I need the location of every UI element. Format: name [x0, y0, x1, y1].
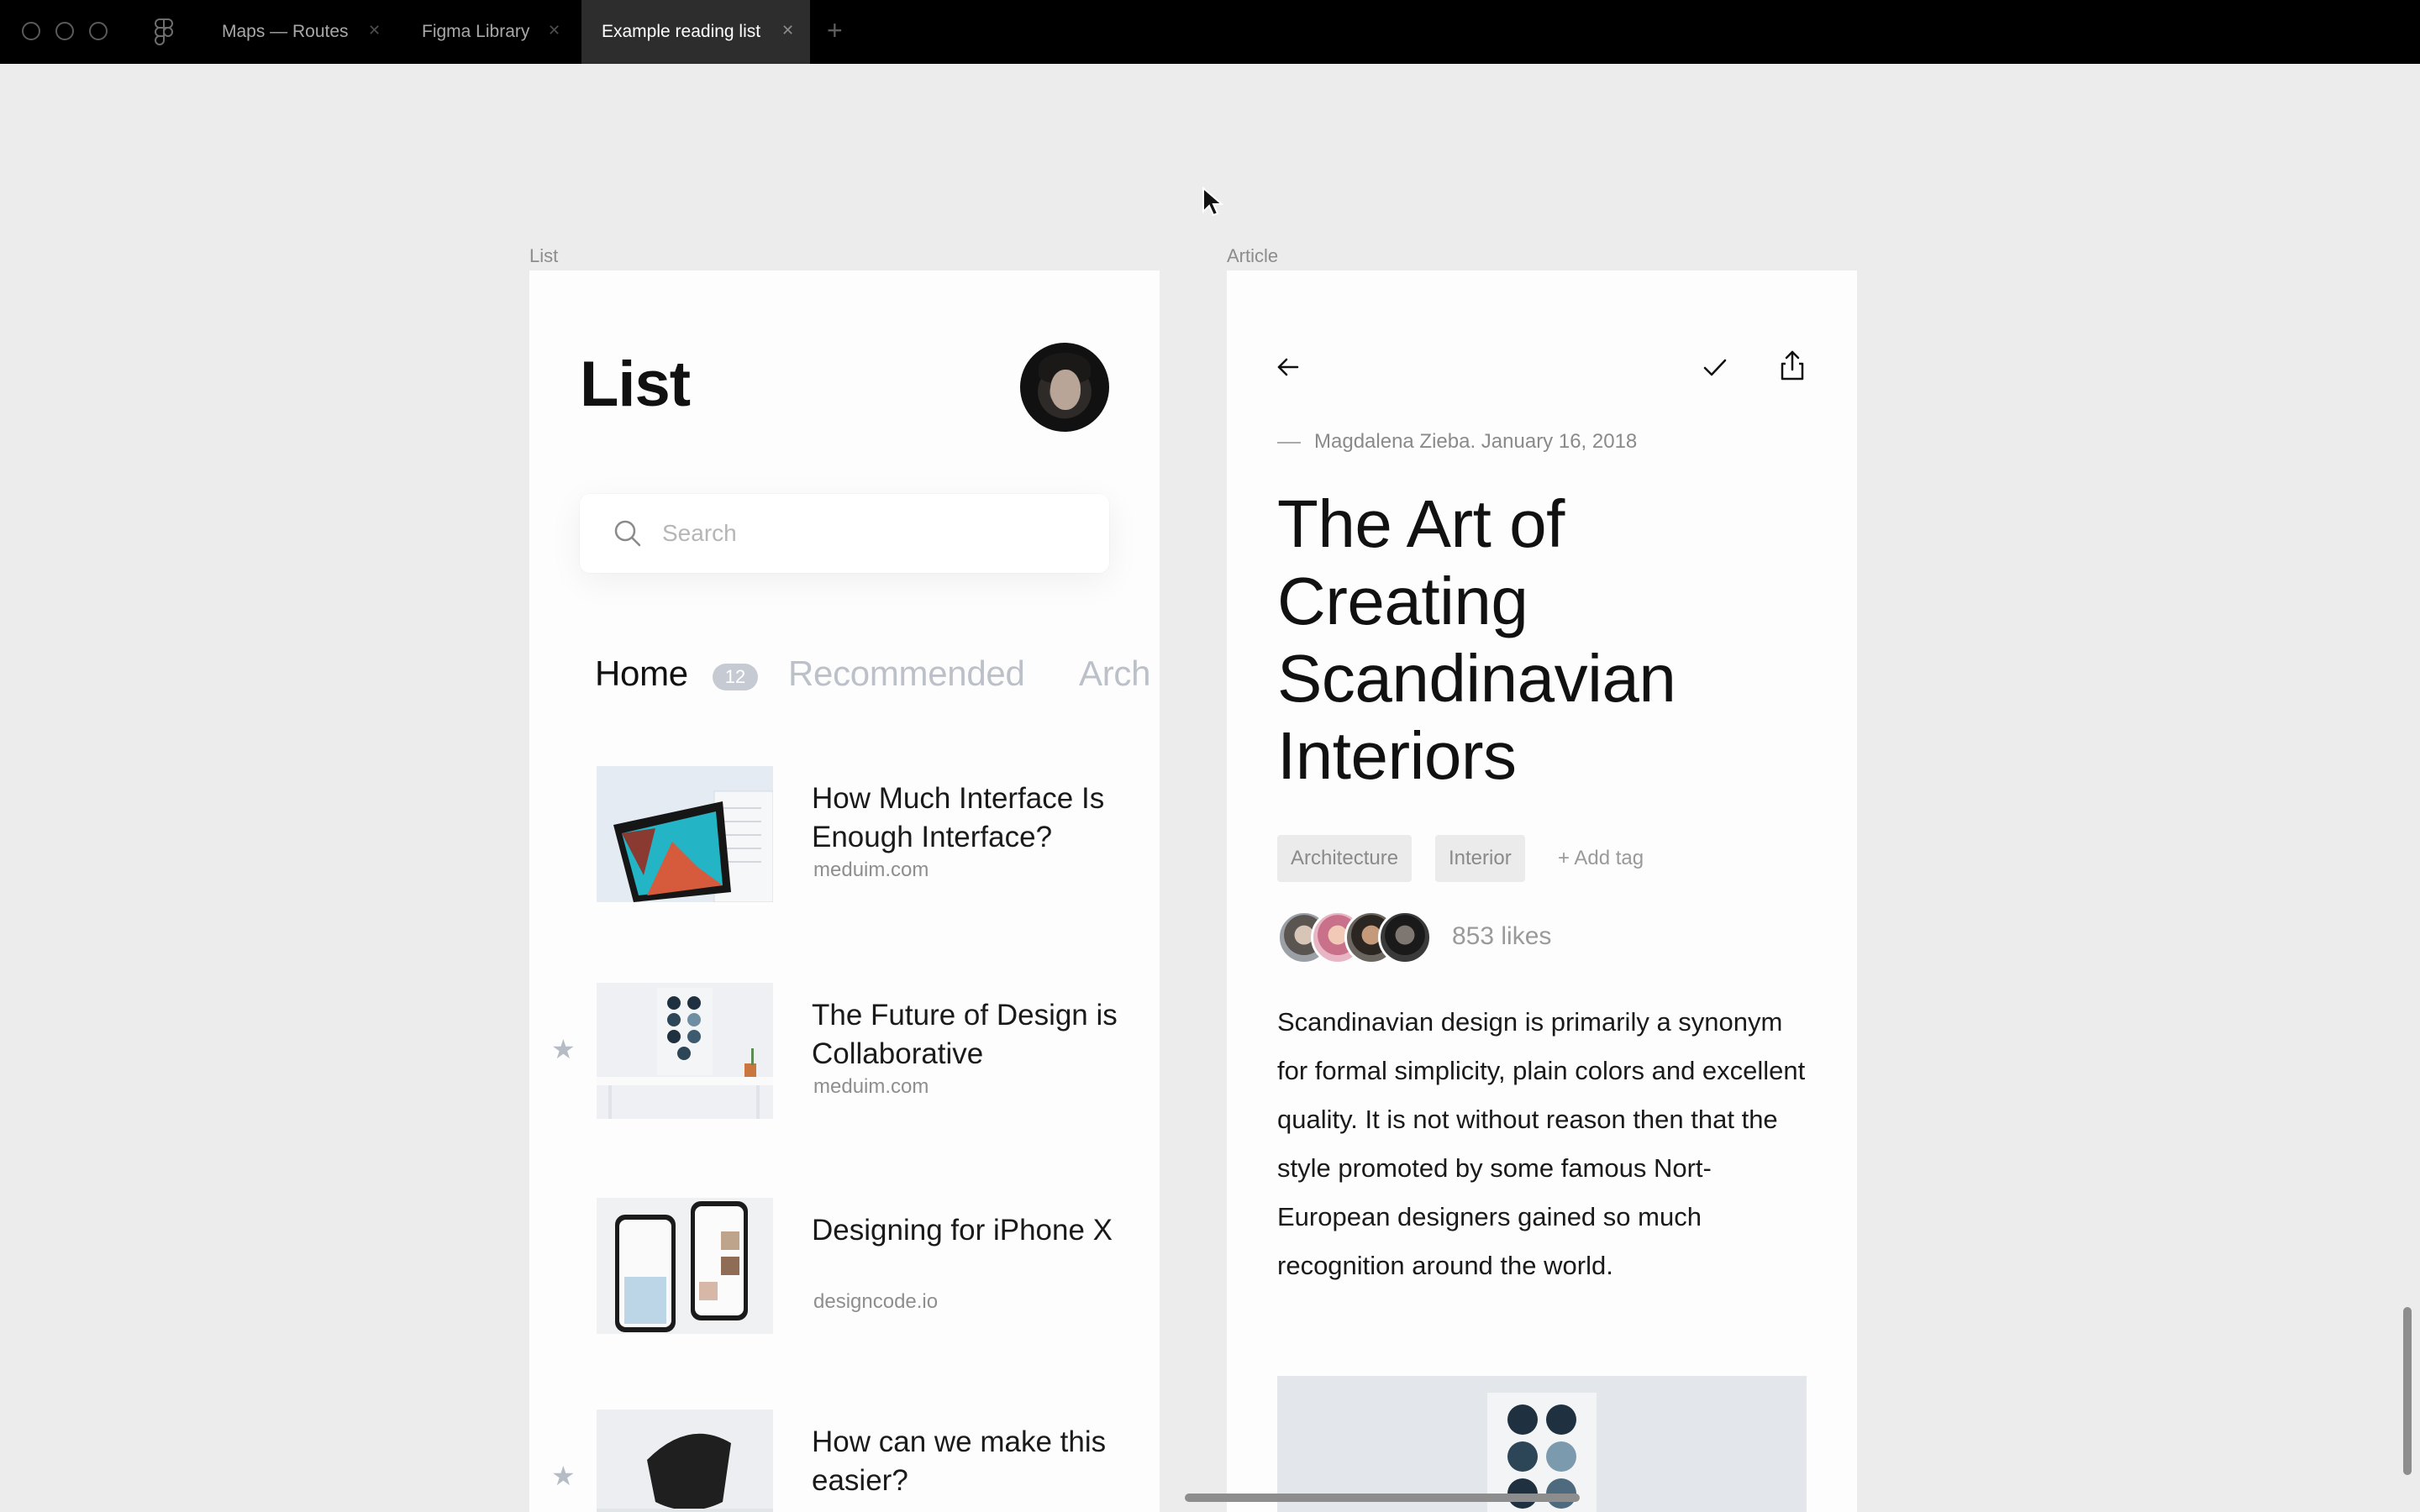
item-source: designcode.io [813, 1290, 939, 1313]
tab-label: Figma Library [422, 22, 530, 41]
iphone-image [597, 1198, 773, 1334]
close-tab-icon[interactable]: ✕ [368, 22, 381, 39]
tablet-image [597, 766, 773, 902]
article-thumbnail [597, 1198, 773, 1334]
item-title[interactable]: The Future of Design is Collaborative [812, 996, 1131, 1074]
add-tag-button[interactable]: + Add tag [1558, 835, 1644, 882]
tab-example-reading-list[interactable]: Example reading list ✕ [581, 0, 810, 64]
item-source: meduim.com [813, 858, 929, 881]
list-frame-label[interactable]: List [529, 245, 558, 267]
maximize-window-button[interactable] [89, 22, 108, 40]
figma-logo-icon[interactable] [155, 18, 173, 45]
article-hero-image [1277, 1376, 1807, 1512]
article-frame-label[interactable]: Article [1227, 245, 1278, 267]
list-item[interactable]: ★ The Future of Design is Collaborative … [529, 983, 1160, 1126]
avatar[interactable] [1020, 343, 1109, 432]
article-byline: Magdalena Zieba. January 16, 2018 [1314, 430, 1638, 453]
list-frame[interactable]: List Home 12 Recommended Arch [529, 270, 1160, 1512]
close-tab-icon[interactable]: ✕ [548, 22, 560, 39]
list-item[interactable]: ★ How can we make this easier? [529, 1410, 1160, 1512]
list-item[interactable]: How Much Interface Is Enough Interface? … [529, 766, 1160, 909]
tab-arch[interactable]: Arch [1079, 654, 1150, 694]
checkmark-icon[interactable] [1701, 353, 1729, 381]
star-icon[interactable]: ★ [551, 1033, 576, 1065]
tag-architecture[interactable]: Architecture [1277, 835, 1413, 882]
item-source: meduim.com [813, 1075, 929, 1098]
back-arrow-icon[interactable] [1274, 353, 1302, 381]
page-title: List [580, 349, 691, 420]
home-count-badge: 12 [713, 664, 758, 690]
avatar-face [1050, 370, 1081, 410]
share-icon[interactable] [1778, 349, 1807, 381]
chair-image [597, 1410, 773, 1512]
new-tab-icon[interactable]: + [827, 15, 843, 46]
design-canvas[interactable] [0, 64, 2420, 1512]
tag-interior[interactable]: Interior [1435, 835, 1525, 882]
title-bar: Maps — Routes ✕ Figma Library ✕ Example … [0, 0, 2420, 64]
likes-count: 853 likes [1452, 922, 1552, 950]
item-title[interactable]: How Much Interface Is Enough Interface? [812, 780, 1131, 857]
tab-maps-routes[interactable]: Maps — Routes ✕ [222, 0, 390, 64]
tab-home[interactable]: Home [595, 654, 688, 694]
horizontal-scrollbar[interactable] [1185, 1494, 1580, 1502]
item-title[interactable]: How can we make this easier? [812, 1423, 1131, 1500]
minimize-window-button[interactable] [55, 22, 74, 40]
search-input[interactable] [662, 512, 1065, 554]
article-thumbnail [597, 766, 773, 902]
list-item[interactable]: Designing for iPhone X designcode.io [529, 1198, 1160, 1341]
item-title[interactable]: Designing for iPhone X [812, 1211, 1131, 1250]
byline-divider [1277, 442, 1301, 444]
article-thumbnail [597, 983, 773, 1119]
article-body: Scandinavian design is primarily a synon… [1277, 1007, 1806, 1280]
article-title: The Art of Creating Scandinavian Interio… [1277, 486, 1676, 793]
tab-label: Maps — Routes [222, 22, 349, 41]
article-frame[interactable]: Magdalena Zieba. January 16, 2018 The Ar… [1227, 270, 1857, 1512]
article-thumbnail [597, 1410, 773, 1512]
close-window-button[interactable] [22, 22, 40, 40]
close-tab-icon[interactable]: ✕ [781, 22, 794, 39]
article-image [1277, 1376, 1807, 1512]
star-icon[interactable]: ★ [551, 1460, 576, 1492]
tab-recommended[interactable]: Recommended [788, 654, 1025, 694]
interior-image [597, 983, 773, 1119]
avatar [1378, 911, 1432, 964]
tab-figma-library[interactable]: Figma Library ✕ [422, 0, 581, 64]
mouse-cursor-icon [1202, 186, 1224, 217]
vertical-scrollbar[interactable] [2403, 1307, 2412, 1475]
tab-label: Example reading list [602, 22, 761, 41]
search-bar[interactable] [580, 494, 1109, 573]
search-icon [614, 520, 641, 547]
